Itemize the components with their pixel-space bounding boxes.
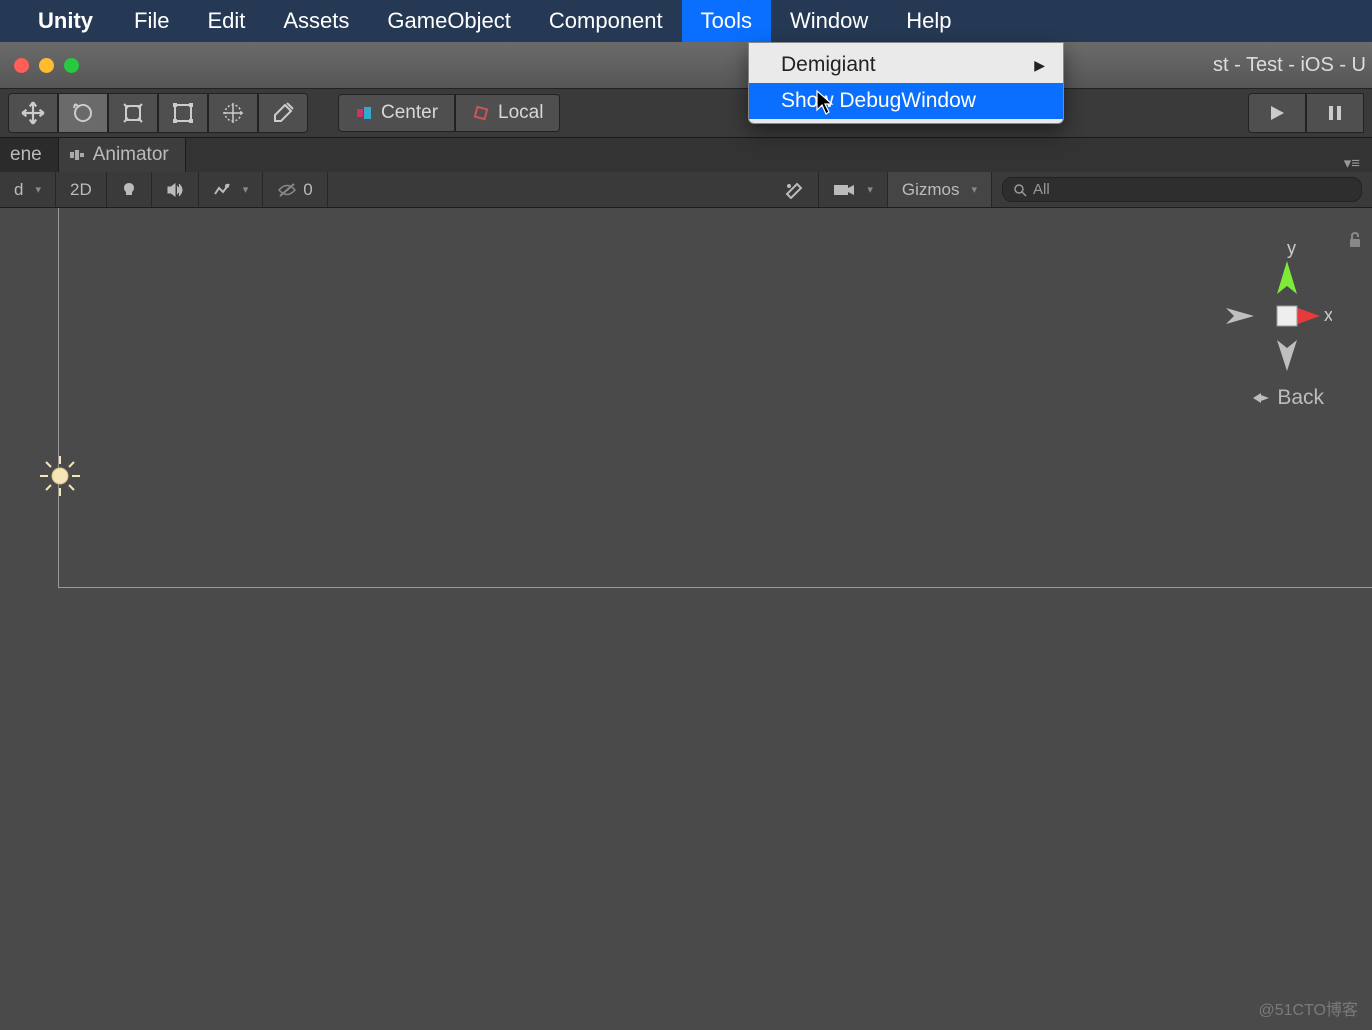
menu-file[interactable]: File bbox=[115, 0, 188, 42]
tools-icon-button[interactable] bbox=[770, 172, 819, 207]
rotation-local-label: Local bbox=[498, 102, 543, 124]
tab-label: Animator bbox=[93, 144, 169, 166]
gizmos-dropdown[interactable]: Gizmos bbox=[888, 172, 992, 207]
traffic-max-icon[interactable] bbox=[64, 58, 79, 73]
move-tool-button[interactable] bbox=[58, 93, 108, 133]
menu-component[interactable]: Component bbox=[530, 0, 682, 42]
menu-window[interactable]: Window bbox=[771, 0, 887, 42]
light-icon bbox=[121, 182, 137, 198]
app-name: Unity bbox=[0, 8, 115, 34]
orientation-gizmo[interactable]: y x bbox=[1192, 226, 1332, 396]
lock-icon[interactable] bbox=[1348, 232, 1362, 248]
dropdown-item-demigiant[interactable]: Demigiant ▶ bbox=[749, 47, 1063, 83]
camera-dropdown[interactable] bbox=[819, 172, 888, 207]
eye-off-icon bbox=[277, 183, 297, 197]
local-icon bbox=[472, 104, 490, 122]
dropdown-item-show-debugwindow[interactable]: Show DebugWindow bbox=[749, 83, 1063, 119]
submenu-arrow-icon: ▶ bbox=[1034, 57, 1045, 74]
pause-button[interactable] bbox=[1306, 93, 1364, 133]
2d-toggle[interactable]: 2D bbox=[56, 172, 107, 207]
camera-frustum bbox=[58, 208, 1372, 588]
dropdown-item-label: Demigiant bbox=[781, 53, 876, 77]
audio-toggle[interactable] bbox=[152, 172, 199, 207]
tab-bar: ene Animator ▾≡ bbox=[0, 138, 1372, 172]
play-button[interactable] bbox=[1248, 93, 1306, 133]
hidden-count: 0 bbox=[303, 180, 312, 200]
traffic-min-icon[interactable] bbox=[39, 58, 54, 73]
audio-icon bbox=[166, 182, 184, 198]
scene-toolbar: d 2D 0 Gizmos All bbox=[0, 172, 1372, 208]
mouse-cursor-icon bbox=[816, 90, 836, 116]
tab-options-icon[interactable]: ▾≡ bbox=[1344, 154, 1372, 172]
menu-assets[interactable]: Assets bbox=[264, 0, 368, 42]
menu-tools[interactable]: Tools bbox=[682, 0, 771, 42]
menu-edit[interactable]: Edit bbox=[188, 0, 264, 42]
gizmo-back-label[interactable]: Back bbox=[1251, 386, 1324, 410]
gizmo-y-label: y bbox=[1287, 238, 1296, 258]
pivot-center-label: Center bbox=[381, 102, 438, 124]
tab-label: ene bbox=[10, 144, 42, 166]
search-icon bbox=[1013, 183, 1027, 197]
rotation-local-button[interactable]: Local bbox=[455, 94, 560, 132]
gizmo-x-label: x bbox=[1324, 305, 1332, 325]
fx-icon bbox=[213, 182, 231, 198]
back-arrow-icon bbox=[1251, 391, 1269, 405]
main-toolbar: Center Local bbox=[0, 88, 1372, 138]
menu-help[interactable]: Help bbox=[887, 0, 970, 42]
rect-tool-button[interactable] bbox=[208, 93, 258, 133]
search-placeholder: All bbox=[1033, 181, 1050, 198]
tab-animator[interactable]: Animator bbox=[59, 138, 186, 172]
shading-mode-dropdown[interactable]: d bbox=[0, 172, 56, 207]
fx-dropdown[interactable] bbox=[199, 172, 264, 207]
traffic-close-icon[interactable] bbox=[14, 58, 29, 73]
dropdown-item-label: Show DebugWindow bbox=[781, 89, 976, 113]
camera-icon bbox=[833, 183, 855, 197]
center-icon bbox=[355, 104, 373, 122]
custom-tool-button[interactable] bbox=[258, 93, 308, 133]
watermark: @51CTO博客 bbox=[1258, 996, 1358, 1020]
scale-tool-button[interactable] bbox=[158, 93, 208, 133]
hidden-objects[interactable]: 0 bbox=[263, 172, 327, 207]
hand-tool-button[interactable] bbox=[8, 93, 58, 133]
rotate-tool-button[interactable] bbox=[108, 93, 158, 133]
window-title: st - Test - iOS - U bbox=[1213, 54, 1372, 77]
tools-dropdown: Demigiant ▶ Show DebugWindow bbox=[748, 42, 1064, 124]
wrench-icon bbox=[784, 181, 804, 199]
scene-view[interactable]: y x Back @51CTO博客 bbox=[0, 208, 1372, 1030]
window-chrome: st - Test - iOS - U bbox=[0, 42, 1372, 88]
animator-icon bbox=[69, 147, 85, 163]
lighting-toggle[interactable] bbox=[107, 172, 152, 207]
directional-light-icon[interactable] bbox=[38, 454, 82, 498]
tab-scene[interactable]: ene bbox=[0, 138, 59, 172]
scene-search[interactable]: All bbox=[1002, 177, 1362, 202]
pivot-center-button[interactable]: Center bbox=[338, 94, 455, 132]
menu-gameobject[interactable]: GameObject bbox=[368, 0, 530, 42]
menu-bar: Unity File Edit Assets GameObject Compon… bbox=[0, 0, 1372, 42]
